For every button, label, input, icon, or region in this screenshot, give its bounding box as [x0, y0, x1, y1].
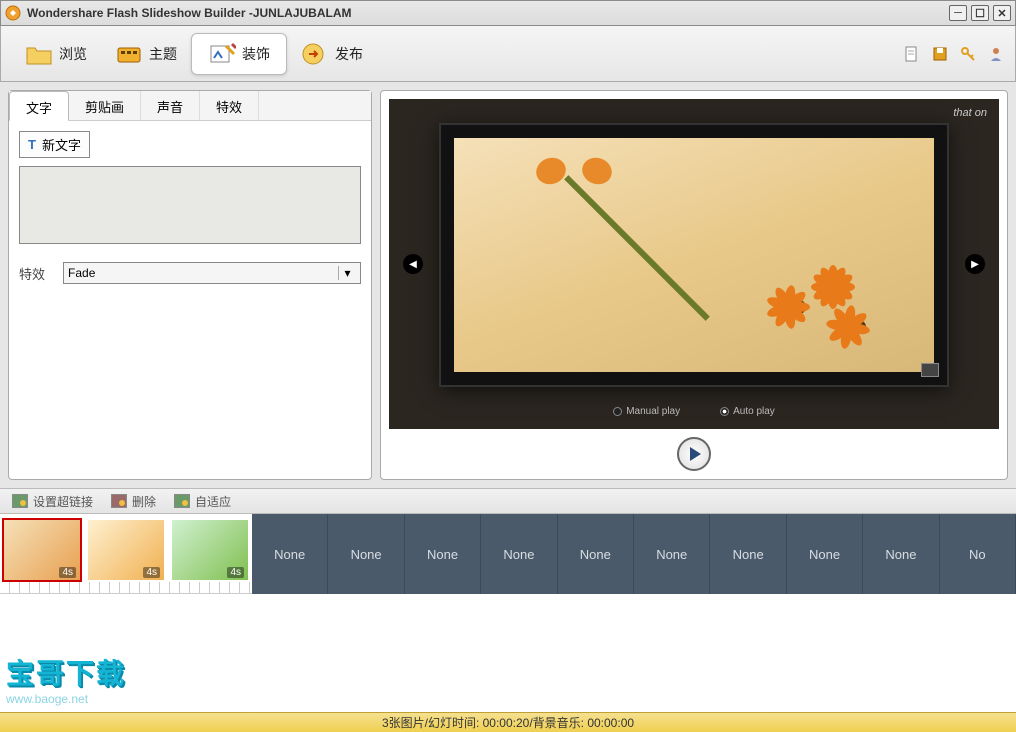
subtabs: 文字 剪贴画 声音 特效 [9, 91, 371, 121]
delete-icon [111, 494, 127, 508]
empty-slot[interactable]: None [710, 514, 786, 594]
fit-button[interactable]: 自适应 [174, 493, 231, 510]
title-bar: Wondershare Flash Slideshow Builder -JUN… [0, 0, 1016, 26]
link-icon [12, 494, 28, 508]
delete-button[interactable]: 删除 [111, 493, 156, 510]
toolbar-browse-label: 浏览 [59, 44, 87, 64]
status-bar: 3张图片/幻灯时间: 00:00:20/背景音乐: 00:00:00 [0, 712, 1016, 732]
hyperlink-button[interactable]: 设置超链接 [12, 493, 93, 510]
empty-slot[interactable]: None [558, 514, 634, 594]
strip-toolbar: 设置超链接 删除 自适应 [0, 488, 1016, 514]
empty-slot[interactable]: None [481, 514, 557, 594]
empty-slot[interactable]: No [940, 514, 1016, 594]
empty-slot[interactable]: None [863, 514, 939, 594]
new-text-button[interactable]: T 新文字 [19, 131, 90, 158]
next-arrow-button[interactable]: ▶ [965, 254, 985, 274]
decorate-icon [208, 40, 236, 68]
play-button[interactable] [677, 437, 711, 471]
minimize-button[interactable]: ─ [949, 5, 967, 21]
film-icon [115, 40, 143, 68]
preview-stage: that on ◀ ▶ [389, 99, 999, 429]
toolbar-theme-label: 主题 [149, 44, 177, 64]
empty-slot[interactable]: None [252, 514, 328, 594]
folder-icon [25, 40, 53, 68]
fit-icon [174, 494, 190, 508]
subtab-clipart[interactable]: 剪贴画 [69, 91, 141, 120]
main-toolbar: 浏览 主题 装饰 发布 [0, 26, 1016, 82]
toolbar-publish[interactable]: 发布 [287, 36, 377, 72]
left-panel: 文字 剪贴画 声音 特效 T 新文字 特效 Fade ▾ [8, 90, 372, 480]
subtab-text[interactable]: 文字 [9, 91, 69, 121]
fullscreen-icon[interactable] [921, 363, 939, 377]
chevron-down-icon: ▾ [338, 266, 356, 280]
prev-arrow-button[interactable]: ◀ [403, 254, 423, 274]
text-icon: T [28, 137, 36, 152]
play-icon [690, 447, 701, 461]
key-icon[interactable] [959, 45, 977, 63]
preview-panel: that on ◀ ▶ [380, 90, 1008, 480]
subtab-effect[interactable]: 特效 [200, 91, 259, 120]
app-logo-icon [5, 5, 21, 21]
photo-frame [439, 123, 949, 387]
window-title: Wondershare Flash Slideshow Builder -JUN… [27, 6, 352, 20]
document-icon[interactable] [903, 45, 921, 63]
toolbar-publish-label: 发布 [335, 44, 363, 64]
empty-slot[interactable]: None [328, 514, 404, 594]
play-options: Manual play Auto play [389, 406, 999, 417]
thumbnail-2[interactable]: 4s [86, 518, 166, 582]
effect-value: Fade [68, 266, 95, 280]
save-icon[interactable] [931, 45, 949, 63]
watermark-logo: 宝哥下载 www.baoge.net [6, 652, 126, 706]
manual-play-radio[interactable]: Manual play [613, 406, 680, 417]
stage-brand: that on [953, 107, 987, 119]
subtab-sound[interactable]: 声音 [141, 91, 200, 120]
toolbar-decorate[interactable]: 装饰 [191, 33, 287, 75]
timeline-ruler[interactable] [0, 582, 252, 594]
thumbnail-1[interactable]: 4s [2, 518, 82, 582]
toolbar-theme[interactable]: 主题 [101, 36, 191, 72]
filmstrip: 4s 4s 4s None None None None None None N… [0, 514, 1016, 594]
new-text-label: 新文字 [42, 135, 81, 154]
close-button[interactable]: ✕ [993, 5, 1011, 21]
effect-label: 特效 [19, 264, 45, 283]
work-area: 文字 剪贴画 声音 特效 T 新文字 特效 Fade ▾ that on ◀ ▶ [0, 82, 1016, 488]
publish-icon [301, 40, 329, 68]
empty-slot[interactable]: None [405, 514, 481, 594]
empty-slot[interactable]: None [787, 514, 863, 594]
empty-slot[interactable]: None [634, 514, 710, 594]
maximize-button[interactable]: ☐ [971, 5, 989, 21]
status-text: 3张图片/幻灯时间: 00:00:20/背景音乐: 00:00:00 [382, 714, 634, 731]
auto-play-radio[interactable]: Auto play [720, 406, 775, 417]
text-list-box[interactable] [19, 166, 361, 244]
lower-area: 宝哥下载 www.baoge.net [0, 594, 1016, 712]
thumbnail-3[interactable]: 4s [170, 518, 250, 582]
toolbar-browse[interactable]: 浏览 [11, 36, 101, 72]
effect-dropdown[interactable]: Fade ▾ [63, 262, 361, 284]
user-icon[interactable] [987, 45, 1005, 63]
toolbar-decorate-label: 装饰 [242, 44, 270, 64]
preview-image [454, 138, 935, 372]
